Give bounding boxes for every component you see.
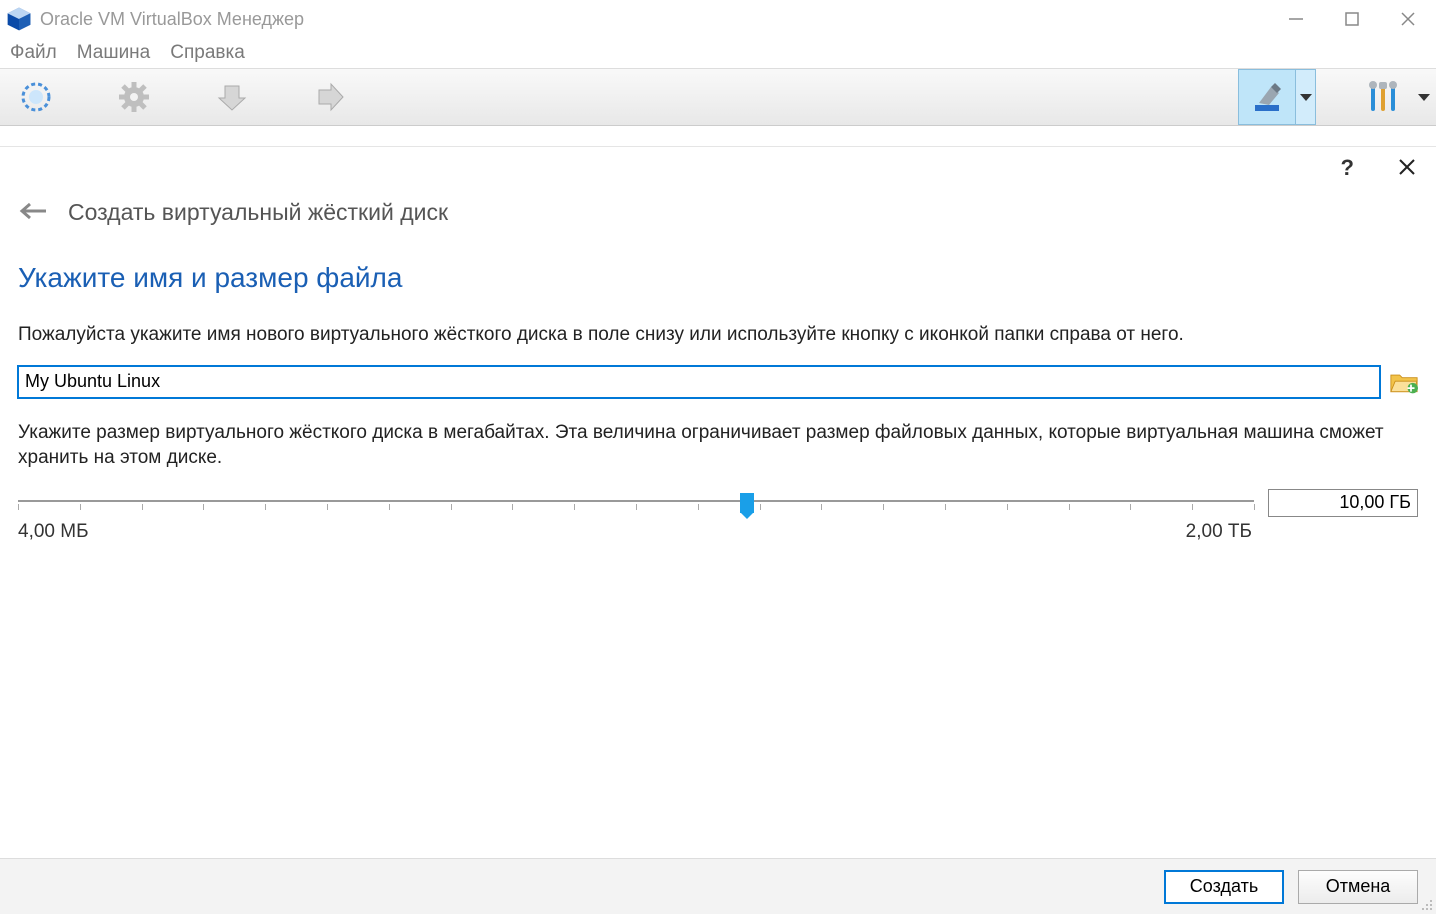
description-1: Пожалуйста укажите имя нового виртуально…	[18, 322, 1418, 348]
toolbar-tools-button[interactable]	[1356, 69, 1412, 125]
menu-machine[interactable]: Машина	[73, 40, 155, 66]
menu-help[interactable]: Справка	[166, 40, 249, 66]
toolbar	[0, 68, 1436, 126]
slider-max-label: 2,00 ТБ	[1186, 521, 1252, 543]
disk-size-input[interactable]	[1268, 489, 1418, 517]
section-title: Укажите имя и размер файла	[18, 262, 1418, 294]
titlebar: Oracle VM VirtualBox Менеджер	[0, 0, 1436, 38]
toolbar-discard-button[interactable]	[212, 77, 252, 117]
toolbar-tools-dropdown[interactable]	[1412, 92, 1436, 102]
create-disk-dialog: ? Создать виртуальный жёсткий диск Укажи…	[0, 146, 1436, 914]
slider-thumb[interactable]	[740, 493, 754, 513]
breadcrumb-title: Создать виртуальный жёсткий диск	[68, 199, 448, 226]
description-2: Укажите размер виртуального жёсткого дис…	[18, 420, 1418, 471]
cancel-button[interactable]: Отмена	[1298, 870, 1418, 904]
window-close-button[interactable]	[1380, 0, 1436, 38]
window-minimize-button[interactable]	[1268, 0, 1324, 38]
toolbar-details-dropdown[interactable]	[1296, 69, 1316, 125]
menu-file[interactable]: Файл	[6, 40, 61, 66]
resize-grip-icon[interactable]	[1420, 898, 1434, 912]
toolbar-new-button[interactable]	[16, 77, 56, 117]
back-arrow-icon[interactable]	[18, 201, 48, 224]
disk-size-slider[interactable]	[18, 490, 1254, 516]
disk-name-input[interactable]	[18, 366, 1380, 398]
dialog-help-button[interactable]: ?	[1329, 155, 1366, 181]
toolbar-settings-button[interactable]	[114, 77, 154, 117]
dialog-footer: Создать Отмена	[0, 858, 1436, 914]
toolbar-details-button[interactable]	[1238, 69, 1296, 125]
window-maximize-button[interactable]	[1324, 0, 1380, 38]
virtualbox-icon	[6, 6, 32, 32]
folder-picker-button[interactable]	[1390, 370, 1418, 394]
toolbar-start-button[interactable]	[310, 77, 350, 117]
slider-min-label: 4,00 МБ	[18, 521, 89, 543]
create-button[interactable]: Создать	[1164, 870, 1284, 904]
dialog-close-button[interactable]	[1384, 158, 1430, 179]
menubar: Файл Машина Справка	[0, 38, 1436, 68]
window-title: Oracle VM VirtualBox Менеджер	[40, 9, 1268, 30]
